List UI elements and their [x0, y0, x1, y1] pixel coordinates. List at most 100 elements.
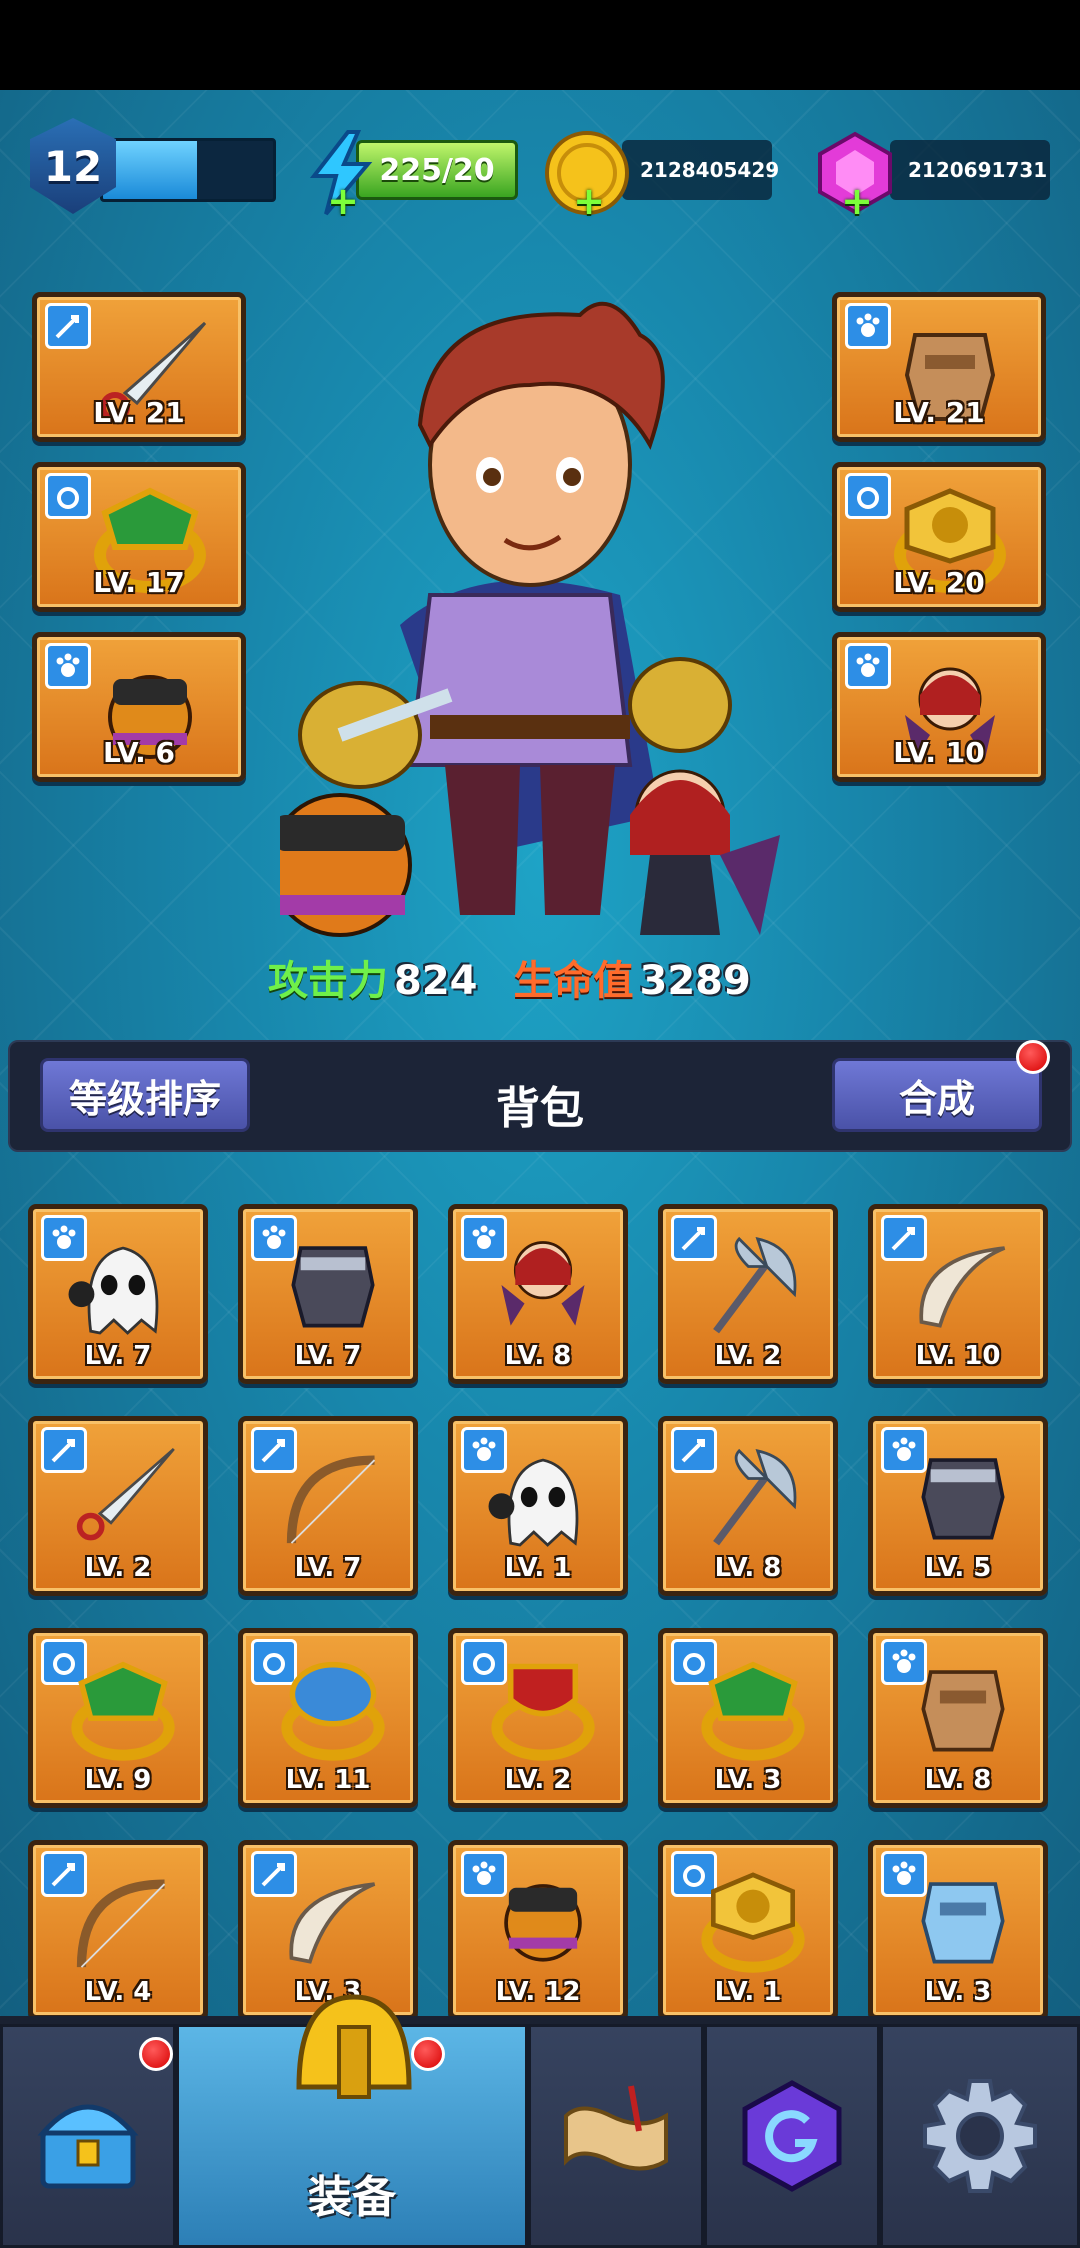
item-level: LV. 12 [495, 1977, 581, 2007]
backpack-item[interactable]: LV. 8 [448, 1204, 628, 1384]
game-screen: 12 + 225/20 + 2128405429 + 2120691731 LV… [0, 90, 1080, 2018]
viking-pet-icon [504, 1884, 582, 1962]
hero-stats: 攻击力 824 生命值 3289 [268, 948, 808, 1008]
add-gem-icon[interactable]: + [840, 182, 874, 220]
item-level: LV. 20 [893, 566, 985, 599]
gem-resource[interactable]: + 2120691731 [810, 131, 1060, 220]
item-level: LV. 21 [893, 396, 985, 429]
coin-resource[interactable]: + 2128405429 [542, 131, 782, 220]
item-level: LV. 10 [915, 1341, 1001, 1371]
backpack-item[interactable]: LV. 7 [238, 1416, 418, 1596]
item-level: LV. 7 [294, 1553, 362, 1583]
energy-resource[interactable]: + 225/20 [296, 130, 526, 220]
backpack-item[interactable]: LV. 2 [658, 1204, 838, 1384]
equipped-pet-right-slot[interactable]: LV. 10 [832, 632, 1046, 782]
item-level: LV. 3 [924, 1977, 992, 2007]
item-level: LV. 21 [93, 396, 185, 429]
wing-ring-icon [281, 1661, 385, 1761]
add-energy-icon[interactable]: + [326, 182, 360, 220]
item-level: LV. 8 [714, 1553, 782, 1583]
axe-icon [713, 1236, 797, 1334]
item-level: LV. 2 [504, 1765, 572, 1795]
add-coin-icon[interactable]: + [572, 182, 606, 220]
backpack-item[interactable]: LV. 1 [448, 1416, 628, 1596]
backpack-item[interactable]: LV. 8 [658, 1416, 838, 1596]
xp-bar [100, 138, 276, 202]
backpack-item[interactable]: LV. 8 [868, 1628, 1048, 1808]
status-bar [0, 0, 1080, 90]
coin-value: 2128405429 [622, 140, 779, 200]
lion-ring-icon [701, 1872, 805, 1973]
item-level: LV. 4 [84, 1977, 152, 2007]
item-level: LV. 10 [893, 736, 985, 769]
backpack-item[interactable]: LV. 1 [658, 1840, 838, 2018]
tab-talent[interactable] [704, 2024, 880, 2248]
gem-value: 2120691731 [890, 140, 1050, 200]
bow-icon [286, 1455, 376, 1544]
shop-notification-dot [139, 2037, 173, 2071]
backpack-header: 等级排序 背包 合成 [8, 1040, 1072, 1152]
item-level: LV. 17 [93, 566, 185, 599]
backpack-item[interactable]: LV. 7 [28, 1204, 208, 1384]
scroll-map-icon [564, 2085, 668, 2171]
tab-map[interactable] [528, 2024, 704, 2248]
tab-equipment-label: 装备 [308, 2172, 396, 2223]
backpack-item[interactable]: LV. 3 [868, 1840, 1048, 2018]
green-bow-ring-icon [701, 1661, 805, 1761]
item-level: LV. 3 [714, 1765, 782, 1795]
axe-icon [713, 1448, 797, 1546]
tab-equipment[interactable]: 装备 [176, 1994, 528, 2248]
item-level: LV. 11 [285, 1765, 371, 1795]
attack-label: 攻击力 [268, 958, 388, 1004]
equipped-armor-slot[interactable]: LV. 21 [832, 292, 1046, 442]
merge-button[interactable]: 合成 [832, 1058, 1042, 1132]
top-bar: 12 + 225/20 + 2128405429 + 2120691731 [0, 108, 1080, 220]
level-number: 12 [43, 141, 103, 191]
dagger-icon [76, 1447, 175, 1541]
backpack-item[interactable]: LV. 3 [658, 1628, 838, 1808]
bottom-nav: 装备 [0, 1994, 1080, 2248]
ghost-bomb-icon [68, 1246, 159, 1335]
demon-girl-icon [501, 1241, 585, 1326]
purple-gem-icon [742, 2080, 842, 2192]
backpack-item[interactable]: LV. 9 [28, 1628, 208, 1808]
tab-shop[interactable] [0, 2024, 176, 2248]
backpack-item[interactable]: LV. 12 [448, 1840, 628, 2018]
treasure-chest-icon [37, 2104, 139, 2189]
player-level[interactable]: 12 [0, 108, 280, 218]
gear-icon [923, 2079, 1037, 2193]
backpack-item[interactable]: LV. 4 [28, 1840, 208, 2018]
bow-icon [76, 1879, 166, 1968]
equipped-weapon-slot[interactable]: LV. 21 [32, 292, 246, 442]
green-bow-ring-icon [71, 1661, 175, 1761]
backpack-item[interactable]: LV. 10 [868, 1204, 1048, 1384]
blue-armor-icon [921, 1882, 1005, 1964]
equipped-pet-left-slot[interactable]: LV. 6 [32, 632, 246, 782]
hp-value: 3289 [639, 958, 751, 1004]
backpack-item[interactable]: LV. 7 [238, 1204, 418, 1384]
hp-label: 生命值 [513, 958, 634, 1004]
item-level: LV. 7 [294, 1341, 362, 1371]
backpack-item[interactable]: LV. 2 [28, 1416, 208, 1596]
equipment-notification-dot [411, 2037, 445, 2071]
equipped-ring-left-slot[interactable]: LV. 17 [32, 462, 246, 612]
hero-display[interactable] [268, 295, 800, 995]
merge-notification-dot [1016, 1040, 1050, 1074]
backpack-item[interactable]: LV. 2 [448, 1628, 628, 1808]
item-level: LV. 2 [714, 1341, 782, 1371]
item-level: LV. 1 [504, 1553, 572, 1583]
hero-character-icon [268, 301, 780, 937]
ghost-bomb-icon [488, 1458, 579, 1547]
tab-settings[interactable] [880, 2024, 1080, 2248]
xp-fill [103, 141, 197, 199]
backpack-item[interactable]: LV. 5 [868, 1416, 1048, 1596]
item-level: LV. 1 [714, 1977, 782, 2007]
attack-value: 824 [394, 958, 478, 1004]
item-level: LV. 8 [504, 1341, 572, 1371]
equipped-ring-right-slot[interactable]: LV. 20 [832, 462, 1046, 612]
item-level: LV. 6 [103, 736, 175, 769]
dark-armor-icon [291, 1246, 375, 1328]
dark-armor-icon [921, 1458, 1005, 1540]
backpack-item[interactable]: LV. 11 [238, 1628, 418, 1808]
backpack-grid: LV. 7 LV. 7 LV. 8 LV. 2 LV. 10 LV. 2 LV. 7 LV. … [0, 1204, 1080, 2018]
